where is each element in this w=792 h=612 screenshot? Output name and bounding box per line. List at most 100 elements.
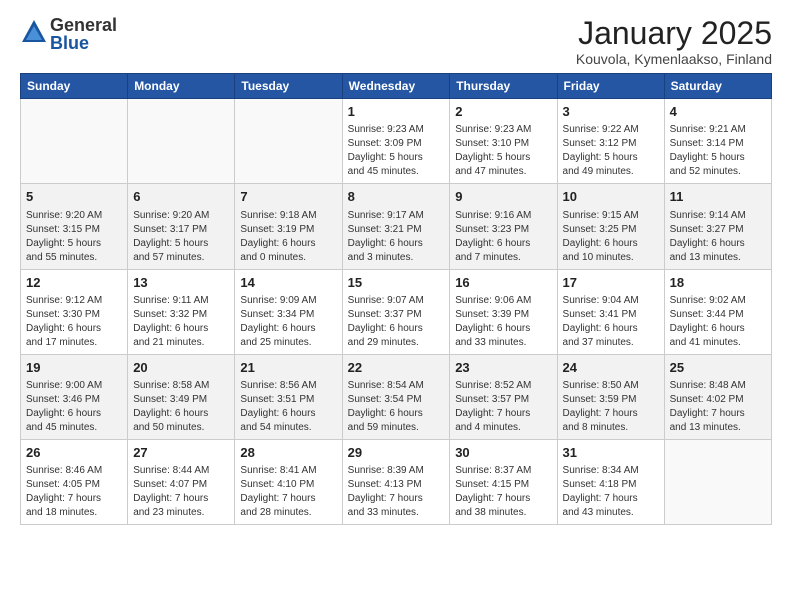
calendar-cell: 23Sunrise: 8:52 AM Sunset: 3:57 PM Dayli… <box>450 354 557 439</box>
calendar-cell: 10 Sunrise: 9:15 AM Sunset: 3:25 PM Dayli… <box>557 184 664 269</box>
day-number: 15 <box>348 274 445 292</box>
day-info: Sunrise: 9:23 AM Sunset: 3:10 PM Dayligh… <box>455 123 551 179</box>
day-number: 24 <box>563 359 659 377</box>
day-number: 1 <box>348 103 445 121</box>
day-number: 26 <box>26 444 122 462</box>
day-number: 22 <box>348 359 445 377</box>
calendar-cell: 20 Sunrise: 8:58 AM Sunset: 3:49 PM Dayli… <box>128 354 235 439</box>
header: General Blue January 2025 Kouvola, Kymen… <box>20 16 772 67</box>
day-info: Sunrise: 9:20 AM Sunset: 3:15 PM Dayligh… <box>26 209 122 265</box>
day-number: 5 <box>26 188 122 206</box>
calendar-cell: 21Sunrise: 8:56 AM Sunset: 3:51 PM Dayli… <box>235 354 342 439</box>
day-info: Sunrise: 9:12 AM Sunset: 3:30 PM Dayligh… <box>26 294 122 350</box>
day-number: 27 <box>133 444 229 462</box>
calendar-header-tuesday: Tuesday <box>235 74 342 99</box>
calendar-cell: 3Sunrise: 9:22 AM Sunset: 3:12 PM Daylig… <box>557 99 664 184</box>
calendar-cell: 27 Sunrise: 8:44 AM Sunset: 4:07 PM Dayli… <box>128 439 235 524</box>
calendar-cell: 22Sunrise: 8:54 AM Sunset: 3:54 PM Dayli… <box>342 354 450 439</box>
calendar-cell: 30 Sunrise: 8:37 AM Sunset: 4:15 PM Dayli… <box>450 439 557 524</box>
day-number: 28 <box>240 444 336 462</box>
day-number: 8 <box>348 188 445 206</box>
day-number: 12 <box>26 274 122 292</box>
day-number: 18 <box>670 274 766 292</box>
calendar-cell: 31 Sunrise: 8:34 AM Sunset: 4:18 PM Dayli… <box>557 439 664 524</box>
calendar-cell: 12 Sunrise: 9:12 AM Sunset: 3:30 PM Dayli… <box>21 269 128 354</box>
header-right: January 2025 Kouvola, Kymenlaakso, Finla… <box>576 16 772 67</box>
calendar-cell <box>664 439 771 524</box>
calendar-cell: 7 Sunrise: 9:18 AM Sunset: 3:19 PM Daylig… <box>235 184 342 269</box>
calendar-header-thursday: Thursday <box>450 74 557 99</box>
day-number: 14 <box>240 274 336 292</box>
calendar-cell: 28 Sunrise: 8:41 AM Sunset: 4:10 PM Dayli… <box>235 439 342 524</box>
calendar-cell: 26Sunrise: 8:46 AM Sunset: 4:05 PM Dayli… <box>21 439 128 524</box>
day-info: Sunrise: 9:17 AM Sunset: 3:21 PM Dayligh… <box>348 209 445 265</box>
calendar-cell: 18 Sunrise: 9:02 AM Sunset: 3:44 PM Dayli… <box>664 269 771 354</box>
calendar-cell <box>21 99 128 184</box>
day-info: Sunrise: 9:09 AM Sunset: 3:34 PM Dayligh… <box>240 294 336 350</box>
calendar-cell: 8 Sunrise: 9:17 AM Sunset: 3:21 PM Daylig… <box>342 184 450 269</box>
calendar-cell: 2 Sunrise: 9:23 AM Sunset: 3:10 PM Daylig… <box>450 99 557 184</box>
calendar-cell: 25Sunrise: 8:48 AM Sunset: 4:02 PM Dayli… <box>664 354 771 439</box>
day-info: Sunrise: 8:52 AM Sunset: 3:57 PM Dayligh… <box>455 379 551 435</box>
day-info: Sunrise: 8:58 AM Sunset: 3:49 PM Dayligh… <box>133 379 229 435</box>
calendar-week-row: 1 Sunrise: 9:23 AM Sunset: 3:09 PM Daylig… <box>21 99 772 184</box>
calendar-table: SundayMondayTuesdayWednesdayThursdayFrid… <box>20 73 772 525</box>
calendar-cell: 1 Sunrise: 9:23 AM Sunset: 3:09 PM Daylig… <box>342 99 450 184</box>
day-info: Sunrise: 9:07 AM Sunset: 3:37 PM Dayligh… <box>348 294 445 350</box>
logo-general-text: General <box>50 16 117 34</box>
calendar-cell: 29Sunrise: 8:39 AM Sunset: 4:13 PM Dayli… <box>342 439 450 524</box>
day-number: 7 <box>240 188 336 206</box>
day-info: Sunrise: 9:11 AM Sunset: 3:32 PM Dayligh… <box>133 294 229 350</box>
day-info: Sunrise: 9:00 AM Sunset: 3:46 PM Dayligh… <box>26 379 122 435</box>
calendar-cell: 19 Sunrise: 9:00 AM Sunset: 3:46 PM Dayli… <box>21 354 128 439</box>
day-info: Sunrise: 9:02 AM Sunset: 3:44 PM Dayligh… <box>670 294 766 350</box>
day-number: 21 <box>240 359 336 377</box>
day-info: Sunrise: 9:18 AM Sunset: 3:19 PM Dayligh… <box>240 209 336 265</box>
day-info: Sunrise: 8:37 AM Sunset: 4:15 PM Dayligh… <box>455 464 551 520</box>
day-info: Sunrise: 8:48 AM Sunset: 4:02 PM Dayligh… <box>670 379 766 435</box>
day-info: Sunrise: 9:23 AM Sunset: 3:09 PM Dayligh… <box>348 123 445 179</box>
day-number: 19 <box>26 359 122 377</box>
logo: General Blue <box>20 16 117 52</box>
day-info: Sunrise: 9:14 AM Sunset: 3:27 PM Dayligh… <box>670 209 766 265</box>
logo-icon <box>20 18 48 46</box>
day-number: 3 <box>563 103 659 121</box>
day-number: 29 <box>348 444 445 462</box>
calendar-cell: 14 Sunrise: 9:09 AM Sunset: 3:34 PM Dayli… <box>235 269 342 354</box>
day-number: 6 <box>133 188 229 206</box>
day-info: Sunrise: 8:44 AM Sunset: 4:07 PM Dayligh… <box>133 464 229 520</box>
day-number: 11 <box>670 188 766 206</box>
day-number: 10 <box>563 188 659 206</box>
day-info: Sunrise: 9:16 AM Sunset: 3:23 PM Dayligh… <box>455 209 551 265</box>
calendar-cell: 11 Sunrise: 9:14 AM Sunset: 3:27 PM Dayli… <box>664 184 771 269</box>
calendar-week-row: 5 Sunrise: 9:20 AM Sunset: 3:15 PM Daylig… <box>21 184 772 269</box>
calendar-header-monday: Monday <box>128 74 235 99</box>
day-number: 30 <box>455 444 551 462</box>
day-number: 2 <box>455 103 551 121</box>
calendar-cell: 4Sunrise: 9:21 AM Sunset: 3:14 PM Daylig… <box>664 99 771 184</box>
calendar-header-sunday: Sunday <box>21 74 128 99</box>
day-info: Sunrise: 9:15 AM Sunset: 3:25 PM Dayligh… <box>563 209 659 265</box>
day-info: Sunrise: 9:04 AM Sunset: 3:41 PM Dayligh… <box>563 294 659 350</box>
day-number: 20 <box>133 359 229 377</box>
calendar-cell <box>128 99 235 184</box>
day-number: 4 <box>670 103 766 121</box>
calendar-cell: 13Sunrise: 9:11 AM Sunset: 3:32 PM Dayli… <box>128 269 235 354</box>
calendar-week-row: 19 Sunrise: 9:00 AM Sunset: 3:46 PM Dayli… <box>21 354 772 439</box>
location: Kouvola, Kymenlaakso, Finland <box>576 51 772 67</box>
day-number: 17 <box>563 274 659 292</box>
calendar-cell: 9Sunrise: 9:16 AM Sunset: 3:23 PM Daylig… <box>450 184 557 269</box>
calendar-header-wednesday: Wednesday <box>342 74 450 99</box>
day-info: Sunrise: 8:34 AM Sunset: 4:18 PM Dayligh… <box>563 464 659 520</box>
day-info: Sunrise: 8:50 AM Sunset: 3:59 PM Dayligh… <box>563 379 659 435</box>
day-info: Sunrise: 9:20 AM Sunset: 3:17 PM Dayligh… <box>133 209 229 265</box>
page: General Blue January 2025 Kouvola, Kymen… <box>0 0 792 612</box>
calendar-header-row: SundayMondayTuesdayWednesdayThursdayFrid… <box>21 74 772 99</box>
calendar-cell: 16Sunrise: 9:06 AM Sunset: 3:39 PM Dayli… <box>450 269 557 354</box>
day-number: 16 <box>455 274 551 292</box>
day-info: Sunrise: 8:41 AM Sunset: 4:10 PM Dayligh… <box>240 464 336 520</box>
calendar-week-row: 12 Sunrise: 9:12 AM Sunset: 3:30 PM Dayli… <box>21 269 772 354</box>
logo-blue-text: Blue <box>50 34 117 52</box>
calendar-cell: 17 Sunrise: 9:04 AM Sunset: 3:41 PM Dayli… <box>557 269 664 354</box>
day-number: 31 <box>563 444 659 462</box>
